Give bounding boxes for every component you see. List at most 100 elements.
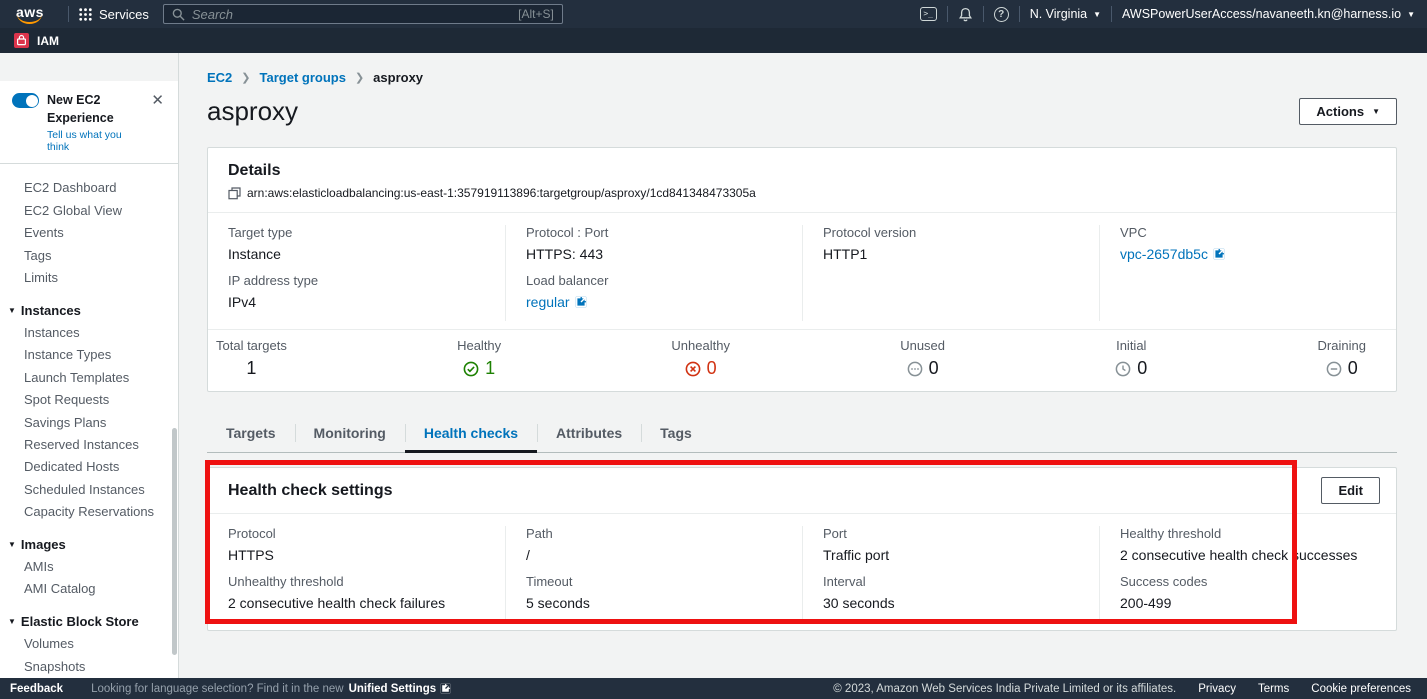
feedback-button[interactable]: Feedback bbox=[10, 683, 63, 695]
vpc-link[interactable]: vpc-2657db5c bbox=[1120, 245, 1225, 263]
sidebar-scrollbar-thumb[interactable] bbox=[172, 428, 177, 655]
details-title: Details bbox=[228, 162, 1376, 180]
region-selector[interactable]: N. Virginia ▼ bbox=[1030, 7, 1101, 21]
sidebar-item-dedicated-hosts[interactable]: Dedicated Hosts bbox=[0, 456, 178, 478]
sidebar-item-reserved-instances[interactable]: Reserved Instances bbox=[0, 434, 178, 456]
sidebar: New EC2 Experience Tell us what you thin… bbox=[0, 53, 179, 678]
breadcrumb: EC2 ❯ Target groups ❯ asproxy bbox=[207, 70, 1397, 85]
close-icon[interactable]: ✕ bbox=[147, 91, 168, 110]
sidebar-item-spot-requests[interactable]: Spot Requests bbox=[0, 389, 178, 411]
sidebar-item-savings-plans[interactable]: Savings Plans bbox=[0, 412, 178, 434]
external-link-icon bbox=[440, 683, 451, 694]
sidebar-section-images[interactable]: ▼ Images bbox=[0, 534, 178, 556]
hc-protocol-value: HTTPS bbox=[228, 546, 489, 564]
sidebar-item-ec2-global-view[interactable]: EC2 Global View bbox=[0, 200, 178, 222]
sidebar-section-instances[interactable]: ▼ Instances bbox=[0, 300, 178, 322]
sidebar-item-tags[interactable]: Tags bbox=[0, 245, 178, 267]
health-check-fields: Protocol HTTPS Unhealthy threshold 2 con… bbox=[208, 514, 1396, 630]
unified-settings-link[interactable]: Unified Settings bbox=[349, 683, 452, 695]
tab-health-checks[interactable]: Health checks bbox=[405, 414, 537, 452]
favorite-iam-link[interactable]: IAM bbox=[37, 34, 59, 48]
breadcrumb-current: asproxy bbox=[373, 70, 423, 85]
copyright-text: © 2023, Amazon Web Services India Privat… bbox=[833, 683, 1176, 695]
hc-port-value: Traffic port bbox=[823, 546, 1083, 564]
cookie-preferences-link[interactable]: Cookie preferences bbox=[1311, 683, 1411, 695]
sidebar-item-launch-templates[interactable]: Launch Templates bbox=[0, 367, 178, 389]
sidebar-item-events[interactable]: Events bbox=[0, 222, 178, 244]
field-label: Port bbox=[823, 526, 1083, 542]
sidebar-item-snapshots[interactable]: Snapshots bbox=[0, 656, 178, 678]
search-input[interactable] bbox=[192, 7, 511, 22]
search-box[interactable]: [Alt+S] bbox=[163, 4, 563, 24]
hc-healthy-threshold-value: 2 consecutive health check successes bbox=[1120, 546, 1380, 564]
field-label: Target type bbox=[228, 225, 489, 241]
account-menu[interactable]: AWSPowerUserAccess/navaneeth.kn@harness.… bbox=[1122, 7, 1415, 21]
main-content: EC2 ❯ Target groups ❯ asproxy asproxy Ac… bbox=[179, 53, 1427, 678]
target-type-value: Instance bbox=[228, 245, 489, 263]
sidebar-item-instance-types[interactable]: Instance Types bbox=[0, 344, 178, 366]
sidebar-item-limits[interactable]: Limits bbox=[0, 267, 178, 289]
chevron-down-icon: ▼ bbox=[8, 611, 16, 633]
sidebar-item-scheduled-instances[interactable]: Scheduled Instances bbox=[0, 479, 178, 501]
field-label: Unhealthy threshold bbox=[228, 574, 489, 590]
question-icon: ? bbox=[994, 7, 1009, 22]
footer: Feedback Looking for language selection?… bbox=[0, 678, 1427, 699]
tab-tags[interactable]: Tags bbox=[641, 414, 711, 452]
summary-label: Draining bbox=[1318, 338, 1366, 353]
load-balancer-link[interactable]: regular bbox=[526, 293, 587, 311]
tell-us-link[interactable]: Tell us what you think bbox=[47, 129, 139, 153]
tab-targets[interactable]: Targets bbox=[207, 414, 295, 452]
breadcrumb-ec2-link[interactable]: EC2 bbox=[207, 70, 232, 85]
chevron-down-icon: ▼ bbox=[8, 534, 16, 556]
terminal-icon: >_ bbox=[920, 7, 937, 21]
sidebar-item-instances[interactable]: Instances bbox=[0, 322, 178, 344]
field-label: Healthy threshold bbox=[1120, 526, 1380, 542]
favorites-bar: IAM bbox=[0, 28, 1427, 53]
divider bbox=[947, 6, 948, 22]
aws-logo[interactable]: aws bbox=[16, 4, 44, 20]
total-targets-value: 1 bbox=[216, 358, 287, 379]
sidebar-item-ec2-dashboard[interactable]: EC2 Dashboard bbox=[0, 177, 178, 199]
chevron-right-icon: ❯ bbox=[241, 71, 250, 84]
count: 0 bbox=[929, 358, 939, 379]
hc-timeout-value: 5 seconds bbox=[526, 594, 786, 612]
sidebar-item-ami-catalog[interactable]: AMI Catalog bbox=[0, 578, 178, 600]
healthy-count: 1 bbox=[457, 358, 501, 379]
hc-interval-value: 30 seconds bbox=[823, 594, 1083, 612]
field-label: Timeout bbox=[526, 574, 786, 590]
health-check-settings-title: Health check settings bbox=[228, 482, 393, 500]
summary-label: Healthy bbox=[457, 338, 501, 353]
tab-monitoring[interactable]: Monitoring bbox=[295, 414, 405, 452]
protocol-version-value: HTTP1 bbox=[823, 245, 1083, 263]
help-button[interactable]: ? bbox=[994, 7, 1009, 22]
privacy-link[interactable]: Privacy bbox=[1198, 683, 1236, 695]
terms-link[interactable]: Terms bbox=[1258, 683, 1289, 695]
sidebar-item-volumes[interactable]: Volumes bbox=[0, 633, 178, 655]
services-menu-button[interactable]: Services bbox=[79, 7, 149, 22]
top-navigation-bar: aws Services [Alt+S] >_ ? N. Virginia ▼ bbox=[0, 0, 1427, 28]
divider bbox=[68, 6, 69, 22]
sidebar-section-ebs[interactable]: ▼ Elastic Block Store bbox=[0, 611, 178, 633]
breadcrumb-target-groups-link[interactable]: Target groups bbox=[260, 70, 346, 85]
details-fields: Target type Instance IP address type IPv… bbox=[208, 213, 1396, 329]
field-label: Protocol bbox=[228, 526, 489, 542]
tab-attributes[interactable]: Attributes bbox=[537, 414, 641, 452]
summary-label: Unhealthy bbox=[671, 338, 730, 353]
field-label: Success codes bbox=[1120, 574, 1380, 590]
sidebar-item-capacity-reservations[interactable]: Capacity Reservations bbox=[0, 501, 178, 523]
bell-icon bbox=[958, 7, 973, 22]
edit-button[interactable]: Edit bbox=[1321, 477, 1380, 504]
notifications-button[interactable] bbox=[958, 7, 973, 22]
summary-label: Total targets bbox=[216, 338, 287, 353]
targets-summary: Total targets 1 Healthy 1 Unhealthy bbox=[208, 329, 1396, 391]
copy-icon[interactable] bbox=[228, 187, 241, 200]
initial-count: 0 bbox=[1115, 358, 1147, 379]
field-label: Protocol version bbox=[823, 225, 1083, 241]
actions-button[interactable]: Actions ▼ bbox=[1299, 98, 1397, 125]
sidebar-item-amis[interactable]: AMIs bbox=[0, 556, 178, 578]
sidebar-top-gap bbox=[0, 53, 178, 81]
vpc-value: vpc-2657db5c bbox=[1120, 245, 1208, 263]
region-label: N. Virginia bbox=[1030, 7, 1087, 21]
cloudshell-button[interactable]: >_ bbox=[920, 7, 937, 21]
new-ec2-experience-toggle[interactable] bbox=[12, 93, 39, 108]
